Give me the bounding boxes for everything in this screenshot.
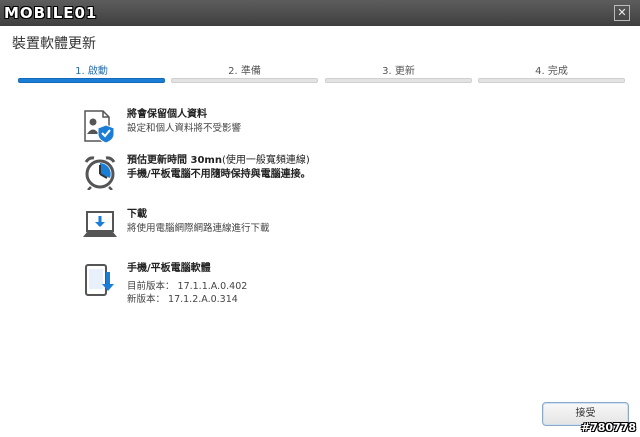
close-button[interactable]: ✕ (614, 5, 630, 21)
step-bar (478, 78, 625, 83)
user-shield-icon (84, 110, 115, 144)
laptop-download-icon (83, 211, 117, 237)
item-title: 預估更新時間 30mn (127, 155, 222, 166)
title-bar: MOBILE01 ✕ (0, 0, 640, 26)
new-version: 新版本： 17.1.2.A.0.314 (127, 294, 238, 305)
item-description: 手機/平板電腦不用隨時保持與電腦連接。 (127, 169, 311, 180)
step-1: 1. 啟動 (18, 60, 165, 90)
item-description: 設定和個人資料將不受影響 (127, 123, 242, 134)
step-progress: 1. 啟動 2. 準備 3. 更新 4. 完成 (18, 60, 626, 90)
item-description: 將使用電腦網際網路連線進行下載 (127, 223, 270, 234)
step-bar (325, 78, 472, 83)
step-3: 3. 更新 (325, 60, 472, 90)
step-label: 3. 更新 (382, 66, 415, 77)
step-bar (18, 78, 165, 83)
item-title: 下載 (127, 209, 147, 220)
dialog-title: 裝置軟體更新 (12, 36, 96, 52)
current-version: 目前版本： 17.1.1.A.0.402 (127, 281, 248, 292)
item-title-note: (使用一般寬頻連線) (221, 155, 310, 166)
step-label: 2. 準備 (228, 66, 261, 77)
mobile01-logo: MOBILE01 (4, 4, 98, 22)
step-label: 1. 啟動 (75, 66, 108, 77)
item-title: 手機/平板電腦軟體 (127, 263, 211, 274)
item-title: 將會保留個人資料 (127, 109, 207, 120)
alarm-clock-icon (84, 156, 116, 190)
tablet-download-icon (85, 264, 114, 296)
step-4: 4. 完成 (478, 60, 625, 90)
step-bar (171, 78, 318, 83)
watermark: #780778 (580, 421, 636, 434)
step-label: 4. 完成 (535, 66, 568, 77)
step-2: 2. 準備 (171, 60, 318, 90)
